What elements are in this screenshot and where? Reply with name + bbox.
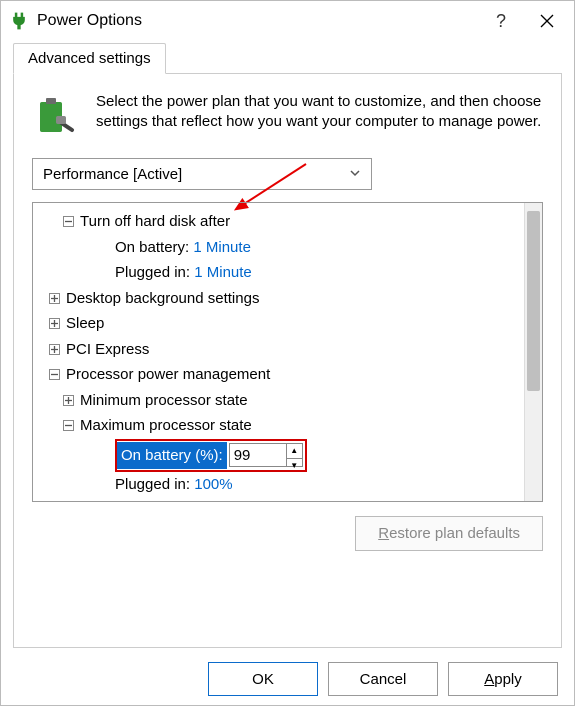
value-link[interactable]: 1 Minute [193, 235, 251, 261]
close-button[interactable] [524, 1, 570, 41]
power-plug-icon [9, 11, 29, 31]
settings-tree: Turn off hard disk after On battery: 1 M… [32, 202, 543, 502]
window-title: Power Options [37, 12, 478, 30]
spinner-buttons: ▲ ▼ [286, 444, 302, 466]
tree-scrollbar[interactable] [524, 203, 542, 501]
highlighted-setting: On battery (%): ▲ ▼ [115, 439, 307, 473]
cancel-button[interactable]: Cancel [328, 662, 438, 696]
spin-down-button[interactable]: ▼ [287, 459, 302, 473]
scrollbar-thumb[interactable] [527, 211, 540, 391]
ok-button[interactable]: OK [208, 662, 318, 696]
value-link[interactable]: 100% [194, 472, 232, 498]
percent-spinner: ▲ ▼ [229, 443, 303, 467]
battery-plug-icon [32, 92, 80, 140]
power-plan-value: Performance [Active] [43, 166, 182, 183]
selected-label: On battery (%): [117, 442, 227, 470]
tree-node-hard-disk[interactable]: Turn off hard disk after [37, 209, 520, 235]
tree-leaf-hd-plugged-in[interactable]: Plugged in: 1 Minute [37, 260, 520, 286]
tab-advanced-settings[interactable]: Advanced settings [13, 43, 166, 74]
tree-node-sleep[interactable]: Sleep [37, 311, 520, 337]
restore-defaults-button[interactable]: Restore plan defaults [355, 516, 543, 551]
tree-node-max-proc[interactable]: Maximum processor state [37, 413, 520, 439]
collapse-icon[interactable] [63, 420, 74, 431]
tree-node-desktop-bg[interactable]: Desktop background settings [37, 286, 520, 312]
expand-icon[interactable] [49, 318, 60, 329]
chevron-down-icon [349, 166, 361, 183]
titlebar: Power Options ? [1, 1, 574, 41]
percent-input[interactable] [230, 444, 286, 466]
value-link[interactable]: 1 Minute [194, 260, 252, 286]
intro-block: Select the power plan that you want to c… [32, 92, 543, 140]
apply-button[interactable]: Apply [448, 662, 558, 696]
tree-body: Turn off hard disk after On battery: 1 M… [33, 203, 524, 501]
tree-leaf-max-on-battery[interactable]: On battery (%): ▲ ▼ [37, 439, 520, 473]
expand-icon[interactable] [49, 344, 60, 355]
tab-content: Select the power plan that you want to c… [13, 74, 562, 648]
collapse-icon[interactable] [63, 216, 74, 227]
help-button[interactable]: ? [478, 1, 524, 41]
expand-icon[interactable] [49, 293, 60, 304]
spin-up-button[interactable]: ▲ [287, 444, 302, 459]
collapse-icon[interactable] [49, 369, 60, 380]
power-plan-dropdown[interactable]: Performance [Active] [32, 158, 372, 190]
tab-row: Advanced settings [13, 43, 562, 74]
tree-node-pci[interactable]: PCI Express [37, 337, 520, 363]
tabset: Advanced settings Select the power plan … [1, 43, 574, 648]
restore-row: Restore plan defaults [32, 516, 543, 551]
tree-node-processor[interactable]: Processor power management [37, 362, 520, 388]
tree-node-min-proc[interactable]: Minimum processor state [37, 388, 520, 414]
power-options-dialog: Power Options ? Advanced settings Select… [0, 0, 575, 706]
expand-icon[interactable] [63, 395, 74, 406]
tree-leaf-hd-on-battery[interactable]: On battery: 1 Minute [37, 235, 520, 261]
intro-text: Select the power plan that you want to c… [96, 92, 543, 140]
tree-leaf-max-plugged-in[interactable]: Plugged in: 100% [37, 472, 520, 498]
dialog-footer: OK Cancel Apply [1, 648, 574, 710]
